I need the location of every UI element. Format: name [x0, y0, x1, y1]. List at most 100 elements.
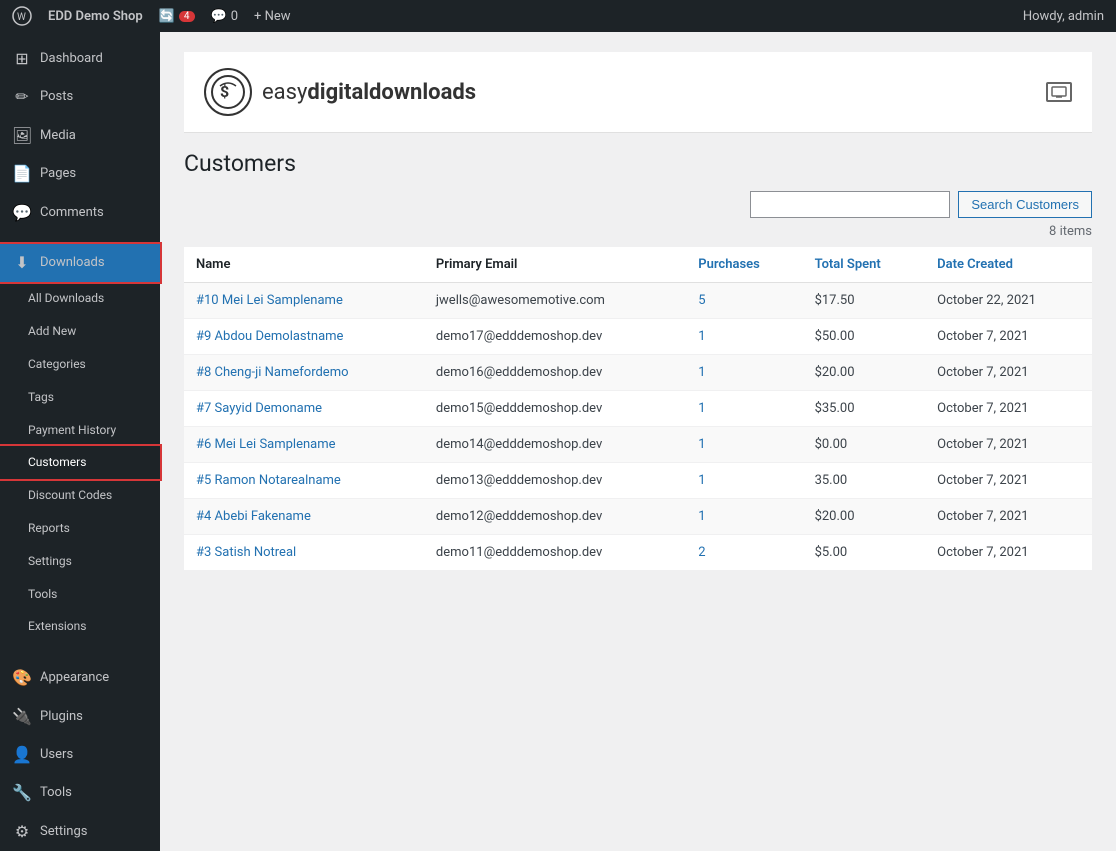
svg-text:W: W — [17, 12, 26, 23]
cell-email: jwells@awesomemotive.com — [424, 282, 686, 318]
add-new-label: Add New — [28, 323, 76, 340]
sidebar-item-pages[interactable]: 📄 Pages — [0, 155, 160, 193]
all-downloads-label: All Downloads — [28, 290, 104, 307]
customers-table: Name Primary Email Purchases Total Spent… — [184, 247, 1092, 571]
cell-total-spent: $50.00 — [803, 318, 926, 354]
purchases-link[interactable]: 1 — [698, 473, 705, 488]
cell-total-spent: $20.00 — [803, 498, 926, 534]
cell-name: #5 Ramon Notarealname — [184, 462, 424, 498]
updates-count: 4 — [179, 11, 195, 22]
downloads-icon: ⬇ — [12, 252, 32, 274]
customer-name-link[interactable]: #7 Sayyid Demoname — [196, 401, 322, 416]
purchases-link[interactable]: 1 — [698, 437, 705, 452]
sidebar-item-tags[interactable]: Tags — [0, 381, 160, 414]
sidebar-item-plugins[interactable]: 🔌 Plugins — [0, 698, 160, 736]
sidebar-item-tools[interactable]: Tools — [0, 578, 160, 611]
customer-name-link[interactable]: #9 Abdou Demolastname — [196, 329, 343, 344]
table-row: #8 Cheng-ji Namefordemo demo16@edddemosh… — [184, 354, 1092, 390]
page-title: Customers — [184, 149, 296, 179]
customer-name-link[interactable]: #8 Cheng-ji Namefordemo — [196, 365, 349, 380]
tools-label: Tools — [28, 586, 57, 603]
sidebar-item-users[interactable]: 👤 Users — [0, 736, 160, 774]
customer-name-link[interactable]: #6 Mei Lei Samplename — [196, 437, 336, 452]
new-item[interactable]: + New — [254, 9, 291, 24]
col-name: Name — [184, 247, 424, 283]
sidebar-item-discount-codes[interactable]: Discount Codes — [0, 479, 160, 512]
comments-icon: 💬 — [211, 9, 227, 24]
cell-purchases: 1 — [686, 354, 802, 390]
sidebar-item-comments[interactable]: 💬 Comments — [0, 194, 160, 232]
downloads-submenu: All Downloads Add New Categories Tags Pa… — [0, 282, 160, 643]
cell-email: demo14@edddemoshop.dev — [424, 426, 686, 462]
reports-label: Reports — [28, 520, 70, 537]
total-spent-sort-link[interactable]: Total Spent — [815, 257, 881, 272]
table-row: #6 Mei Lei Samplename demo14@edddemoshop… — [184, 426, 1092, 462]
logo-text-plain: easy — [262, 80, 307, 105]
comments-item[interactable]: 💬 0 — [211, 9, 239, 24]
cell-email: demo12@edddemoshop.dev — [424, 498, 686, 534]
cell-date-created: October 7, 2021 — [925, 426, 1092, 462]
customer-name-link[interactable]: #10 Mei Lei Samplename — [196, 293, 343, 308]
cell-email: demo16@edddemoshop.dev — [424, 354, 686, 390]
plugin-header: $ easydigitaldownloads — [184, 52, 1092, 133]
sidebar-item-media[interactable]: 🖼 Media — [0, 117, 160, 155]
plugins-label: Plugins — [40, 708, 83, 726]
purchases-sort-link[interactable]: Purchases — [698, 257, 760, 272]
table-body: #10 Mei Lei Samplename jwells@awesomemot… — [184, 282, 1092, 570]
customer-name-link[interactable]: #5 Ramon Notarealname — [196, 473, 341, 488]
posts-icon: ✏ — [12, 86, 32, 108]
sidebar-item-extensions[interactable]: Extensions — [0, 610, 160, 643]
search-customers-input[interactable] — [750, 191, 950, 218]
sidebar-item-categories[interactable]: Categories — [0, 348, 160, 381]
monitor-icon — [1051, 86, 1067, 98]
sidebar-item-customers[interactable]: Customers — [0, 446, 160, 479]
col-email: Primary Email — [424, 247, 686, 283]
col-total-spent: Total Spent — [803, 247, 926, 283]
comments-count: 0 — [231, 9, 238, 24]
updates-item[interactable]: 🔄 4 — [159, 9, 195, 24]
categories-label: Categories — [28, 356, 86, 373]
sidebar-item-all-downloads[interactable]: All Downloads — [0, 282, 160, 315]
table-row: #3 Satish Notreal demo11@edddemoshop.dev… — [184, 534, 1092, 570]
cell-purchases: 5 — [686, 282, 802, 318]
wordpress-logo: W — [12, 6, 32, 26]
screen-options-icon[interactable] — [1046, 82, 1072, 102]
cell-email: demo15@edddemoshop.dev — [424, 390, 686, 426]
site-name[interactable]: EDD Demo Shop — [48, 9, 143, 24]
date-created-sort-link[interactable]: Date Created — [937, 257, 1013, 272]
tools-icon: 🔧 — [12, 782, 32, 804]
cell-purchases: 1 — [686, 498, 802, 534]
cell-email: demo13@edddemoshop.dev — [424, 462, 686, 498]
customer-name-link[interactable]: #4 Abebi Fakename — [196, 509, 311, 524]
sidebar-item-dashboard[interactable]: ⊞ Dashboard — [0, 40, 160, 78]
pages-icon: 📄 — [12, 163, 32, 185]
purchases-link[interactable]: 1 — [698, 329, 705, 344]
sidebar-item-posts[interactable]: ✏ Posts — [0, 78, 160, 116]
page-content: Customers Search Customers 8 items Name … — [184, 149, 1092, 571]
purchases-link[interactable]: 1 — [698, 365, 705, 380]
sidebar-item-label: Posts — [40, 88, 73, 106]
cell-purchases: 1 — [686, 462, 802, 498]
purchases-link[interactable]: 2 — [698, 545, 705, 560]
cell-purchases: 1 — [686, 390, 802, 426]
plugins-icon: 🔌 — [12, 706, 32, 728]
edd-logo-svg: $ — [210, 74, 246, 110]
cell-email: demo17@edddemoshop.dev — [424, 318, 686, 354]
purchases-link[interactable]: 1 — [698, 509, 705, 524]
purchases-link[interactable]: 5 — [698, 293, 705, 308]
search-customers-button[interactable]: Search Customers — [958, 191, 1092, 218]
appearance-label: Appearance — [40, 669, 109, 687]
purchases-link[interactable]: 1 — [698, 401, 705, 416]
sidebar-item-tools-main[interactable]: 🔧 Tools — [0, 774, 160, 812]
dashboard-icon: ⊞ — [12, 48, 32, 70]
sidebar-item-settings-main[interactable]: ⚙ Settings — [0, 813, 160, 851]
sidebar-item-reports[interactable]: Reports — [0, 512, 160, 545]
cell-purchases: 1 — [686, 426, 802, 462]
sidebar-item-add-new[interactable]: Add New — [0, 315, 160, 348]
tools-main-label: Tools — [40, 784, 72, 802]
customer-name-link[interactable]: #3 Satish Notreal — [196, 545, 296, 560]
sidebar-item-downloads[interactable]: ⬇ Downloads — [0, 244, 160, 282]
sidebar-item-settings[interactable]: Settings — [0, 545, 160, 578]
sidebar-item-payment-history[interactable]: Payment History — [0, 414, 160, 447]
cell-date-created: October 7, 2021 — [925, 498, 1092, 534]
